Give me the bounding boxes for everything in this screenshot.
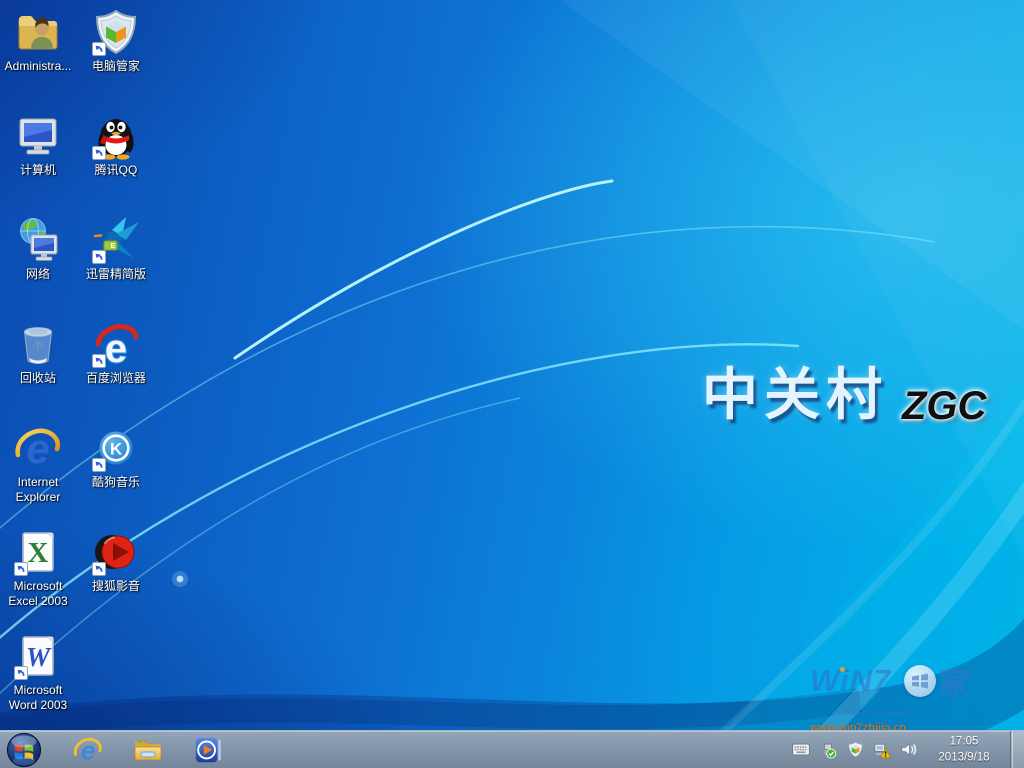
desktop-icon-word-2003[interactable]: W Microsoft Word 2003 (0, 632, 76, 713)
icon-label: Microsoft Word 2003 (0, 683, 76, 713)
taskbar-internet-explorer-button[interactable]: e (72, 734, 104, 766)
icon-label: 百度浏览器 (78, 371, 154, 386)
icon-label: 搜狐影音 (78, 579, 154, 594)
svg-text:X: X (28, 537, 49, 569)
internet-explorer-icon: e (73, 735, 103, 765)
windows-flag-circle-icon (904, 665, 936, 697)
recycle-bin-icon (14, 320, 62, 368)
security-shield-icon[interactable] (846, 741, 864, 759)
system-tray (792, 731, 918, 768)
desktop-icon-computer[interactable]: 计算机 (0, 112, 76, 178)
desktop-icon-administrator[interactable]: Administra... (0, 8, 76, 74)
windows-start-orb-icon (6, 732, 42, 768)
desktop-icon-internet-explorer[interactable]: e Internet Explorer (0, 424, 76, 505)
icon-label: 迅雷精简版 (78, 267, 154, 282)
icon-label: 腾讯QQ (78, 163, 154, 178)
icon-label: Administra... (0, 59, 76, 74)
icon-label: Microsoft Excel 2003 (0, 579, 76, 609)
svg-text:E: E (111, 243, 116, 250)
desktop-icon-recycle-bin[interactable]: 回收站 (0, 320, 76, 386)
shortcut-arrow-icon (92, 562, 106, 576)
svg-text:K: K (110, 440, 123, 459)
brand-i-dot (840, 667, 845, 672)
desktop-icon-excel-2003[interactable]: X Microsoft Excel 2003 (0, 528, 76, 609)
icon-label: 网络 (0, 267, 76, 282)
shortcut-arrow-icon (92, 458, 106, 472)
clock-date: 2013/9/18 (921, 750, 1007, 767)
win7zhijia-home-char: 家 (939, 658, 970, 703)
watermark-swoosh (810, 712, 960, 716)
show-desktop-button[interactable] (1010, 731, 1024, 768)
start-button[interactable] (6, 732, 42, 768)
usb-device-safely-remove-icon[interactable] (819, 741, 837, 759)
oem-watermark-en: ZGC (902, 384, 986, 431)
computer-icon (14, 112, 62, 160)
desktop-icon-thunder-lite[interactable]: E 迅雷精简版 (78, 216, 154, 282)
shortcut-arrow-icon (92, 42, 106, 56)
desktop-icon-kugou-music[interactable]: K 酷狗音乐 (78, 424, 154, 490)
desktop-icon-pc-manager[interactable]: 电脑管家 (78, 8, 154, 74)
svg-text:W: W (26, 642, 52, 672)
icon-label: 电脑管家 (78, 59, 154, 74)
shortcut-arrow-icon (92, 250, 106, 264)
taskbar: e (0, 730, 1024, 768)
media-player-icon (193, 735, 223, 765)
taskbar-clock[interactable]: 17:05 2013/9/18 (921, 733, 1007, 766)
desktop-icon-sohu-video[interactable]: 搜狐影音 (78, 528, 154, 594)
desktop-icon-tencent-qq[interactable]: 腾讯QQ (78, 112, 154, 178)
windows-explorer-folder-icon (132, 734, 164, 766)
network-warning-icon[interactable] (873, 741, 891, 759)
shortcut-arrow-icon (92, 354, 106, 368)
network-icon (14, 216, 62, 264)
volume-icon[interactable] (900, 741, 918, 759)
taskbar-pinned-icons: e (72, 731, 224, 768)
oem-watermark-cn: 中关村 (702, 350, 888, 431)
icon-label: 回收站 (0, 371, 76, 386)
taskbar-media-player-button[interactable] (192, 734, 224, 766)
icon-label: 计算机 (0, 163, 76, 178)
oem-watermark: 中关村 ZGC (702, 350, 986, 431)
icon-label: Internet Explorer (0, 475, 76, 505)
icon-label: 酷狗音乐 (78, 475, 154, 490)
win7zhijia-watermark: WiN7. 家 www.win7zhijia.cn (810, 658, 1010, 734)
svg-text:e: e (105, 327, 127, 368)
desktop-icon-network[interactable]: 网络 (0, 216, 76, 282)
internet-explorer-icon: e (14, 424, 62, 472)
keyboard-indicator-icon[interactable] (792, 741, 810, 759)
shortcut-arrow-icon (14, 666, 28, 680)
user-folder-icon (14, 8, 62, 56)
desktop-icon-baidu-browser[interactable]: e 百度浏览器 (78, 320, 154, 386)
taskbar-windows-explorer-button[interactable] (132, 734, 164, 766)
desktop[interactable]: 中关村 ZGC Administra... 计算机 (0, 0, 1024, 768)
clock-time: 17:05 (921, 733, 1007, 750)
win7zhijia-brand: WiN7. (810, 663, 901, 699)
shortcut-arrow-icon (14, 562, 28, 576)
shortcut-arrow-icon (92, 146, 106, 160)
